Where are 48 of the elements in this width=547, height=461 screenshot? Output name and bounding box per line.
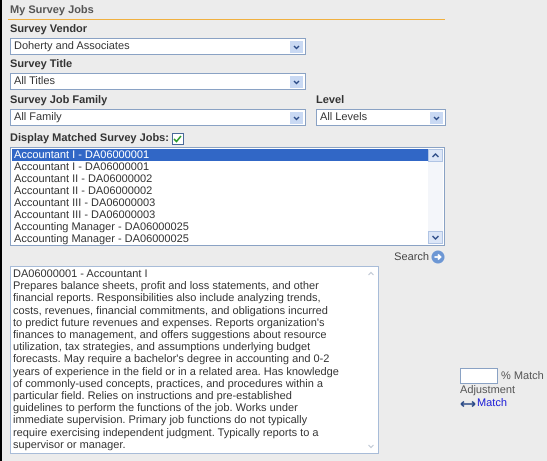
dropdown[interactable]: All Titles: [10, 73, 306, 90]
double-arrow-icon: [460, 400, 476, 408]
chevron-down-icon: [290, 40, 303, 52]
dropdown[interactable]: All Family: [10, 109, 306, 126]
match-link[interactable]: Match: [460, 397, 544, 410]
description-line: of commonly-used concepts, practices, and procedures within a: [13, 378, 324, 390]
list-item[interactable]: Accountant I - DA06000001: [12, 149, 428, 161]
description-line: DA06000001 - Accountant I: [13, 268, 149, 280]
description-line: require exercising independent judgment. Typically reports to a: [13, 426, 320, 439]
list-item[interactable]: Accountant I - DA06000001: [12, 161, 428, 173]
list-item[interactable]: Accounting Manager - DA06000025: [12, 233, 428, 245]
list-item[interactable]: Accountant II - DA06000002: [12, 185, 428, 197]
field-label: Display Matched Survey Jobs:: [10, 132, 169, 145]
dropdown[interactable]: Doherty and Associates: [10, 38, 306, 55]
field-label: % Match: [501, 370, 544, 382]
chevron-down-icon: [290, 76, 303, 88]
match-adjustment-field[interactable]: [460, 368, 498, 384]
field-label: Survey Title: [10, 58, 72, 70]
description-line: guidelines to perform the functions of the job. Works under: [13, 402, 299, 414]
chevron-down-icon: [430, 112, 443, 124]
scroll-down-icon[interactable]: [428, 231, 443, 244]
scroll-up-icon[interactable]: [428, 149, 443, 162]
description-line: immediate supervision. Primary job functions do not typically: [13, 414, 308, 427]
description-line: to predict future revenues and expenses. Reports organization's: [13, 316, 326, 330]
checkmark-icon: [173, 134, 182, 142]
dropdown[interactable]: All Levels: [316, 109, 446, 126]
description-line: forecasts. May require a bachelor's degree in accounting and 0-2: [13, 353, 330, 366]
description-line: financial reports. Responsibilities also include analyzing trends,: [13, 292, 322, 305]
description-line: Prepares balance sheets, profit and loss statements, and other: [13, 280, 320, 292]
description-line: particular field. Relies on instructions and pre-established: [13, 390, 293, 402]
description-line: finances to management, and offers suggestions about resource: [13, 329, 328, 342]
list-item[interactable]: Accountant III - DA06000003: [12, 197, 428, 209]
arrow-right-circle-icon: [431, 250, 445, 264]
field-label: Level: [316, 94, 346, 107]
description-line: utilization, tax strategies, and assumptions underlying budget: [13, 341, 312, 354]
field-label: Adjustment: [460, 384, 516, 397]
field-label: Survey Vendor: [10, 23, 88, 35]
list-item[interactable]: Accountant II - DA06000002: [12, 173, 428, 185]
description-line: costs, revenues, financial commitments, and obligations incurred: [13, 304, 329, 317]
list-item[interactable]: Accountant III - DA06000003: [12, 209, 428, 221]
description-line: years of experience in the field or in a related area. Has knowledge: [13, 366, 340, 378]
checkbox[interactable]: [172, 132, 184, 144]
field-label: Survey Job Family: [10, 94, 108, 107]
description-line: supervisor or manager.: [13, 438, 126, 452]
chevron-down-icon: [290, 112, 303, 124]
section-title: My Survey Jobs: [10, 4, 94, 16]
search-button[interactable]: Search: [394, 250, 445, 264]
list-item[interactable]: Accounting Manager - DA06000025: [12, 221, 428, 233]
